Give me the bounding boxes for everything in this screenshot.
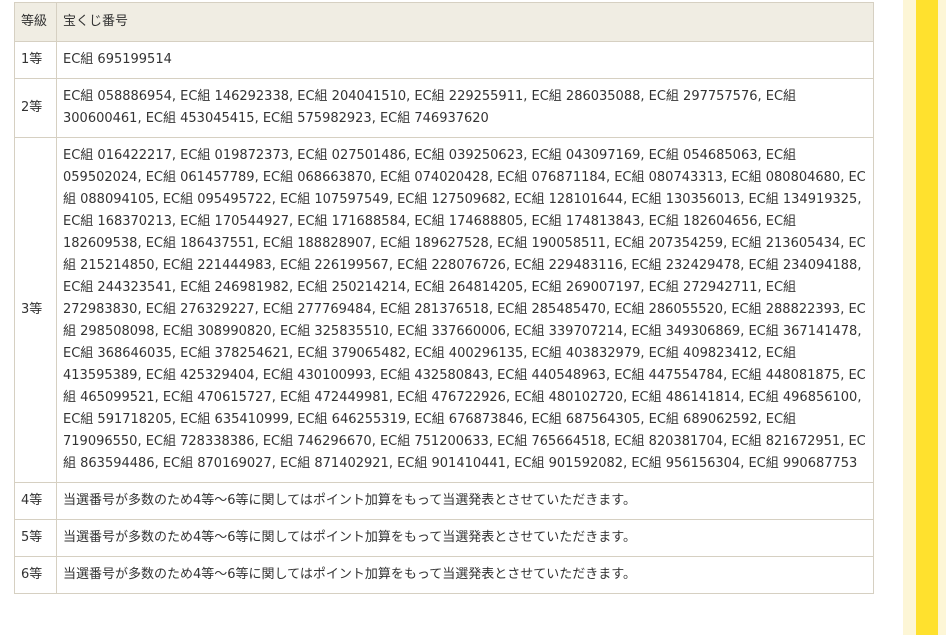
- table-row: 1等 EC組 695199514: [14, 41, 874, 79]
- column-header-numbers: 宝くじ番号: [56, 2, 874, 42]
- numbers-cell: EC組 695199514: [56, 41, 874, 79]
- grade-cell: 3等: [14, 137, 57, 483]
- notice-cell: 当選番号が多数のため4等〜6等に関してはポイント加算をもって当選発表とさせていた…: [56, 556, 874, 594]
- grade-cell: 2等: [14, 78, 57, 138]
- lottery-results-table: 等級 宝くじ番号 1等 EC組 695199514 2等 EC組 0588869…: [14, 2, 874, 594]
- table-row: 2等 EC組 058886954, EC組 146292338, EC組 204…: [14, 78, 874, 138]
- table-header-row: 等級 宝くじ番号: [14, 2, 874, 42]
- table-row: 6等 当選番号が多数のため4等〜6等に関してはポイント加算をもって当選発表とさせ…: [14, 556, 874, 594]
- notice-cell: 当選番号が多数のため4等〜6等に関してはポイント加算をもって当選発表とさせていた…: [56, 519, 874, 557]
- numbers-cell: EC組 058886954, EC組 146292338, EC組 204041…: [56, 78, 874, 138]
- table-row: 5等 当選番号が多数のため4等〜6等に関してはポイント加算をもって当選発表とさせ…: [14, 519, 874, 557]
- grade-cell: 4等: [14, 482, 57, 520]
- table-row: 4等 当選番号が多数のため4等〜6等に関してはポイント加算をもって当選発表とさせ…: [14, 482, 874, 520]
- yellow-side-bar: [916, 0, 938, 635]
- grade-cell: 1等: [14, 41, 57, 79]
- numbers-cell: EC組 016422217, EC組 019872373, EC組 027501…: [56, 137, 874, 483]
- column-header-grade: 等級: [14, 2, 57, 42]
- grade-cell: 6等: [14, 556, 57, 594]
- table-row: 3等 EC組 016422217, EC組 019872373, EC組 027…: [14, 137, 874, 483]
- grade-cell: 5等: [14, 519, 57, 557]
- notice-cell: 当選番号が多数のため4等〜6等に関してはポイント加算をもって当選発表とさせていた…: [56, 482, 874, 520]
